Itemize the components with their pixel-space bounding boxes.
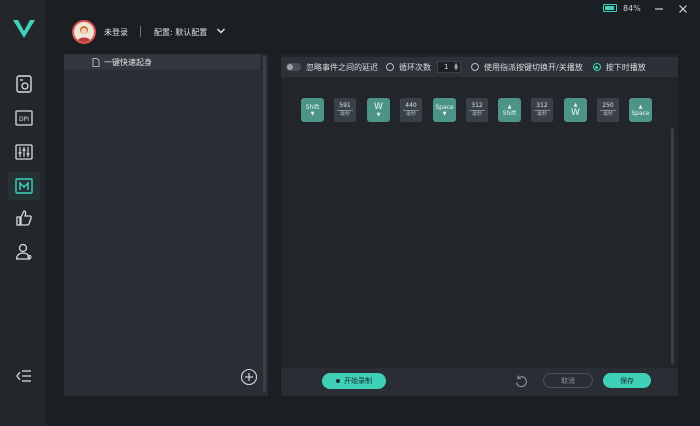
user-settings-icon (15, 243, 32, 260)
delay-step[interactable]: 312 毫秒 (466, 98, 488, 122)
avatar[interactable] (72, 20, 96, 44)
press-mode-label: 按下时播放 (605, 62, 646, 72)
key-step-space-down[interactable]: Space ▼ (433, 98, 456, 122)
sidebar-item-like[interactable] (8, 204, 40, 232)
equalizer-icon (15, 144, 33, 160)
stepper-arrows-icon[interactable]: ▲ ▼ (454, 63, 458, 72)
delay-step[interactable]: 591 毫秒 (334, 98, 356, 122)
svg-text:DPI: DPI (19, 116, 29, 123)
undo-icon[interactable] (514, 374, 528, 388)
document-icon (92, 57, 100, 67)
start-recording-button[interactable]: 开始录制 (322, 373, 386, 389)
avatar-icon (77, 26, 91, 42)
thumbs-up-icon (16, 210, 32, 226)
loop-count-value: 1 (444, 63, 449, 71)
editor-footer: 开始录制 取消 保存 (281, 368, 678, 396)
toggle-mode-label: 使用指派按键切换开/关播放 (484, 62, 583, 72)
macro-icon (15, 178, 33, 194)
key-step-shift-up[interactable]: ▲ Shift (498, 98, 521, 122)
sidebar: DPI (0, 0, 46, 426)
press-mode-radio[interactable] (592, 63, 601, 71)
collapse-menu-icon (16, 370, 31, 382)
cancel-button[interactable]: 取消 (543, 373, 593, 388)
ignore-delay-toggle[interactable] (286, 63, 301, 71)
login-status[interactable]: 未登录 (104, 27, 128, 38)
battery-level: 84% (623, 4, 641, 13)
sidebar-item-equalizer[interactable] (8, 138, 40, 166)
sidebar-item-macro[interactable] (8, 172, 40, 200)
sequence-scrollbar[interactable] (671, 128, 674, 364)
header-divider (140, 26, 141, 37)
macro-item-label: 一键快速起身 (104, 57, 152, 67)
dpi-icon: DPI (15, 110, 33, 126)
options-bar: 忽略事件之间的延迟 循环次数 1 ▲ ▼ 使用指派按键切换开/关播放 按下时播放 (281, 57, 678, 77)
arrow-down-icon: ▼ (376, 112, 381, 118)
ignore-delay-label: 忽略事件之间的延迟 (306, 62, 378, 72)
brand-logo-icon (13, 20, 35, 38)
sidebar-item-dpi[interactable]: DPI (8, 104, 40, 132)
loop-count-label: 循环次数 (399, 62, 431, 72)
battery-icon (603, 4, 617, 12)
arrow-down-icon: ▼ (442, 110, 447, 117)
close-icon[interactable] (678, 4, 688, 14)
collapse-sidebar-button[interactable] (8, 362, 40, 390)
macro-sequence: Shift ▼ 591 毫秒 W ▼ 440 毫秒 Space ▼ 312 毫秒… (301, 98, 661, 124)
delay-step[interactable]: 440 毫秒 (400, 98, 422, 122)
macro-editor-panel: 忽略事件之间的延迟 循环次数 1 ▲ ▼ 使用指派按键切换开/关播放 按下时播放 … (281, 54, 678, 396)
sidebar-item-mouse-settings[interactable] (8, 70, 40, 98)
list-scrollbar[interactable] (263, 56, 266, 392)
sidebar-item-user[interactable] (8, 238, 40, 266)
key-step-shift-down[interactable]: Shift ▼ (301, 98, 324, 122)
minimize-icon[interactable] (654, 4, 664, 14)
save-button[interactable]: 保存 (603, 373, 651, 388)
record-dot-icon (336, 379, 340, 383)
key-step-w-up[interactable]: ▲ W (564, 98, 587, 122)
list-item[interactable]: 一键快速起身 (64, 54, 260, 70)
config-selector[interactable]: 配置: 默认配置 (154, 27, 207, 38)
add-macro-icon[interactable] (240, 368, 258, 386)
loop-count-stepper[interactable]: 1 ▲ ▼ (437, 61, 461, 73)
key-step-space-up[interactable]: ▲ Space (629, 98, 652, 122)
toggle-mode-radio[interactable] (471, 63, 479, 71)
loop-count-radio[interactable] (386, 63, 394, 71)
mouse-settings-icon (16, 75, 32, 93)
chevron-down-icon[interactable] (216, 26, 226, 36)
arrow-down-icon: ▼ (310, 110, 315, 117)
macro-list-panel: 一键快速起身 (64, 54, 268, 396)
header: 未登录 配置: 默认配置 84% (46, 0, 700, 54)
key-step-w-down[interactable]: W ▼ (367, 98, 390, 122)
delay-step[interactable]: 312 毫秒 (531, 98, 553, 122)
delay-step[interactable]: 250 毫秒 (597, 98, 619, 122)
